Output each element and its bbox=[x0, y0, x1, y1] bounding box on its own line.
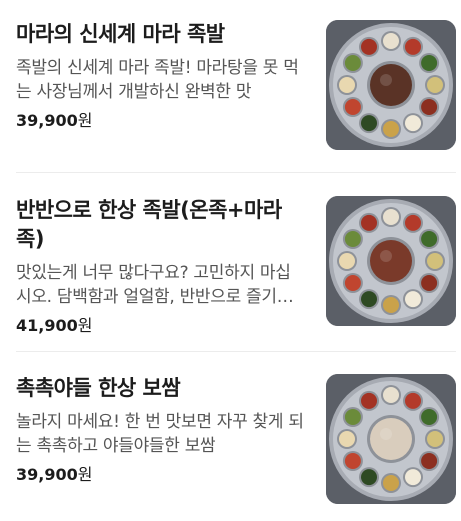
menu-item-description: 족발의 신세계 마라 족발! 마라탕을 못 먹는 사장님께서 개발하신 완벽한 … bbox=[16, 58, 299, 102]
menu-list: 마라의 신세계 마라 족발 족발의 신세계 마라 족발! 마라탕을 못 먹는 사… bbox=[0, 0, 461, 521]
price-currency: 원 bbox=[77, 316, 93, 335]
price-value: 39,900 bbox=[16, 111, 78, 130]
food-platter-image[interactable] bbox=[326, 196, 456, 326]
menu-item-text: 반반으로 한상 족발(온족+마라족) 맛있는게 너무 많다구요? 고민하지 마십… bbox=[16, 196, 304, 337]
price-currency: 원 bbox=[77, 465, 93, 484]
divider bbox=[16, 351, 456, 352]
menu-item-title: 촉촉야들 한상 보쌈 bbox=[16, 376, 181, 400]
menu-item-price: 39,900원 bbox=[16, 464, 304, 486]
menu-item-description: 놀라지 마세요! 한 번 맛보면 자꾸 찾게 되는 촉촉하고 야들야들한 보쌈 bbox=[16, 412, 304, 456]
menu-item-price: 41,900원 bbox=[16, 315, 304, 337]
price-currency: 원 bbox=[77, 111, 93, 130]
price-value: 41,900 bbox=[16, 316, 78, 335]
menu-item-description: 맛있는게 너무 많다구요? 고민하지 마십시오. 담백함과 얼얼함, 반반으로 … bbox=[16, 263, 293, 307]
menu-item-half-half-jokbal[interactable]: 반반으로 한상 족발(온족+마라족) 맛있는게 너무 많다구요? 고민하지 마십… bbox=[0, 196, 461, 335]
food-platter-image[interactable] bbox=[326, 374, 456, 504]
menu-item-title: 마라의 신세계 마라 족발 bbox=[16, 22, 225, 46]
menu-item-text: 촉촉야들 한상 보쌈 놀라지 마세요! 한 번 맛보면 자꾸 찾게 되는 촉촉하… bbox=[16, 374, 304, 486]
menu-item-text: 마라의 신세계 마라 족발 족발의 신세계 마라 족발! 마라탕을 못 먹는 사… bbox=[16, 20, 304, 132]
food-platter-image[interactable] bbox=[326, 20, 456, 150]
divider bbox=[16, 172, 456, 173]
menu-item-bossam[interactable]: 촉촉야들 한상 보쌈 놀라지 마세요! 한 번 맛보면 자꾸 찾게 되는 촉촉하… bbox=[0, 374, 461, 504]
menu-item-title: 반반으로 한상 족발(온족+마라족) bbox=[16, 198, 282, 251]
menu-item-price: 39,900원 bbox=[16, 110, 304, 132]
price-value: 39,900 bbox=[16, 465, 78, 484]
menu-item-malra-jokbal[interactable]: 마라의 신세계 마라 족발 족발의 신세계 마라 족발! 마라탕을 못 먹는 사… bbox=[0, 20, 461, 150]
